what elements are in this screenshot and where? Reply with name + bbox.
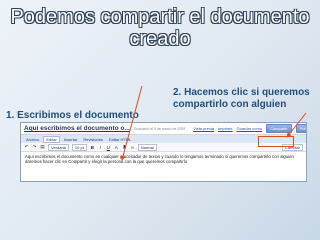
- slide-title: Podemos compartir el documento creado: [0, 6, 320, 50]
- slide-title-line2: creado: [129, 28, 191, 50]
- font-select[interactable]: Verdana: [48, 143, 69, 151]
- highlight-icon[interactable]: ▮: [122, 144, 127, 150]
- bold-icon[interactable]: B: [90, 145, 95, 150]
- callout-write: 1. Escribimos el documento: [6, 110, 139, 121]
- print-icon[interactable]: ▤: [40, 144, 45, 150]
- redo-icon[interactable]: ↷: [32, 144, 37, 150]
- docs-screenshot: Aquí escribimos el documento o... Guarda…: [20, 122, 307, 182]
- menu-archivo[interactable]: Archivo: [24, 137, 41, 142]
- menu-revisiones[interactable]: Revisiones: [81, 137, 105, 142]
- preview-link[interactable]: Vista previa: [193, 126, 214, 131]
- menu-insertar[interactable]: Insertar: [62, 137, 80, 142]
- menu-editar-html[interactable]: Editar HTML: [107, 137, 133, 142]
- save-as-link[interactable]: Guardar como: [236, 126, 262, 131]
- callout-share: 2. Hacemos clic si queremos compartirlo …: [173, 87, 310, 110]
- document-body[interactable]: Aquí escribimos el documento como en cua…: [21, 152, 306, 166]
- doc-title[interactable]: Aquí escribimos el documento o...: [24, 125, 130, 132]
- share-button[interactable]: Compartir: [266, 124, 292, 133]
- doc-header: Aquí escribimos el documento o... Guarda…: [21, 123, 306, 135]
- link-icon[interactable]: ∞: [130, 145, 135, 150]
- share-highlight: [258, 136, 294, 147]
- italic-icon[interactable]: I: [98, 145, 103, 150]
- text-color-icon[interactable]: A: [114, 145, 119, 150]
- publish-button[interactable]: Publicar: [295, 124, 306, 133]
- slide-title-line1: Podemos compartir el documento: [10, 6, 310, 28]
- style-select[interactable]: Normal: [137, 143, 157, 151]
- autosave-note: Guardado el 9 de marzo de 2009: [133, 126, 186, 131]
- print-link[interactable]: Imprimir: [218, 126, 232, 131]
- size-select[interactable]: 10 pt: [71, 143, 87, 151]
- underline-icon[interactable]: U: [106, 145, 111, 150]
- menu-editar[interactable]: Editar: [43, 135, 60, 143]
- undo-icon[interactable]: ↶: [24, 144, 29, 150]
